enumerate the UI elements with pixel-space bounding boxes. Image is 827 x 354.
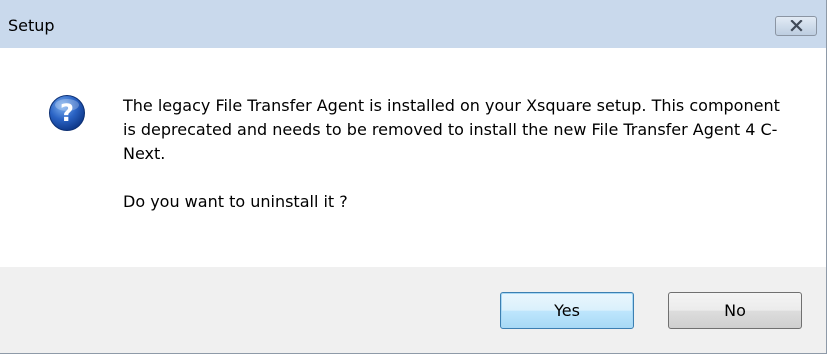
setup-dialog: Setup ? The legacy File Transfer Agent i…: [0, 0, 827, 354]
message-text: The legacy File Transfer Agent is instal…: [123, 94, 783, 214]
close-button[interactable]: [775, 16, 817, 36]
window-title: Setup: [8, 16, 55, 35]
message-area: ? The legacy File Transfer Agent is inst…: [0, 48, 826, 267]
close-icon: [790, 20, 803, 32]
message-question: Do you want to uninstall it ?: [123, 192, 348, 211]
yes-button[interactable]: Yes: [500, 292, 634, 329]
title-bar[interactable]: Setup: [0, 0, 826, 48]
question-icon: ?: [49, 95, 85, 131]
svg-text:?: ?: [60, 99, 74, 127]
message-body: The legacy File Transfer Agent is instal…: [123, 96, 780, 163]
button-bar: Yes No: [0, 267, 826, 353]
no-button[interactable]: No: [668, 292, 802, 329]
